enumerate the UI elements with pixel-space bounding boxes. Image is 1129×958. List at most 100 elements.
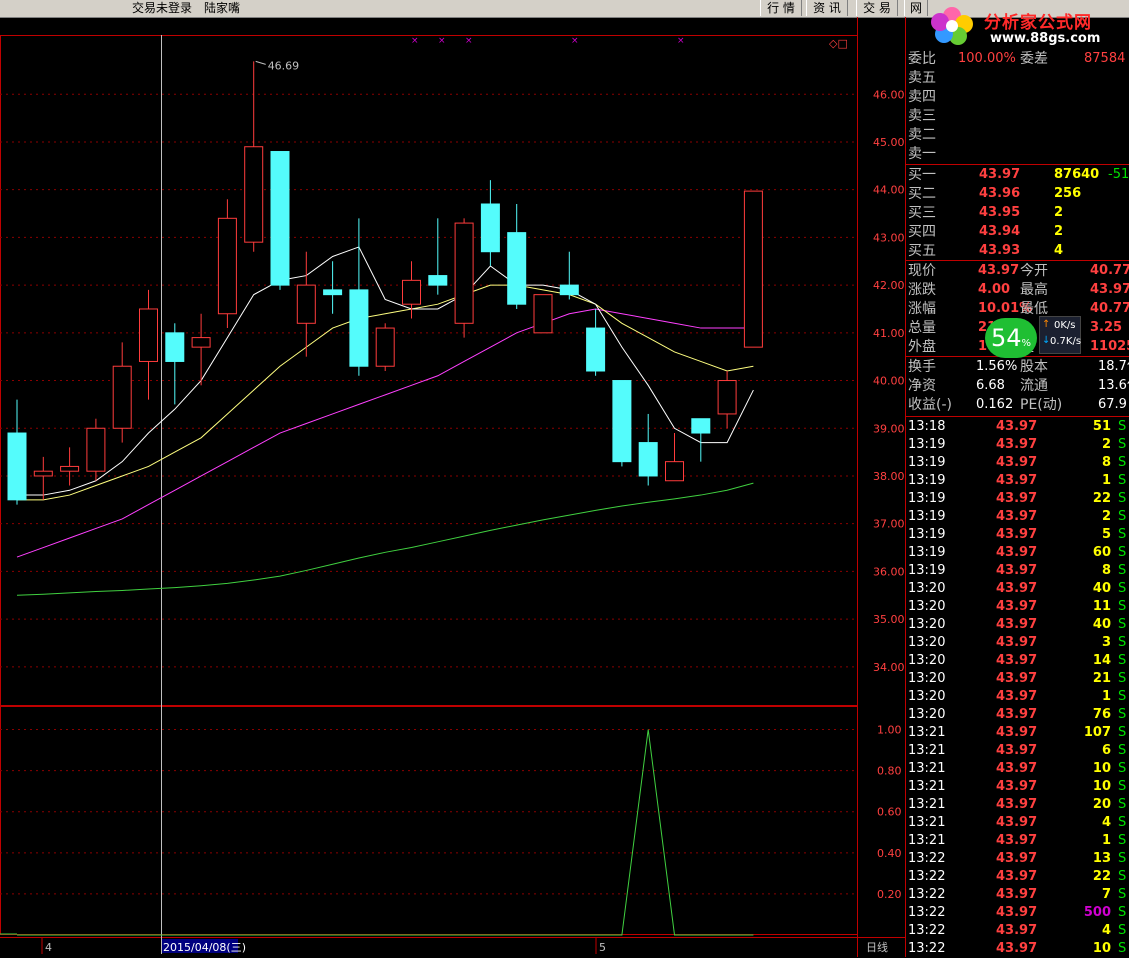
tick-row: 13:19 43.97 1 S: [906, 472, 1129, 490]
tick-side: S: [1118, 761, 1127, 776]
tick-volume: 5: [1101, 527, 1111, 542]
sell-level-row: 卖三: [906, 107, 1129, 125]
buy-level-label: 买四: [908, 224, 936, 240]
kline-chart[interactable]: 46.0045.0044.0043.0042.0041.0040.0039.00…: [0, 17, 906, 957]
buy-level-row: 买二 43.96 256: [906, 185, 1129, 203]
stats-row: 涨跌 4.00 最高 43.97: [906, 281, 1129, 299]
buy-price: 43.93: [979, 243, 1021, 258]
sell-level-row: 卖四: [906, 88, 1129, 106]
speed-percent: 54%: [985, 318, 1037, 358]
user-name: 陆家嘴: [204, 1, 241, 15]
candle: [533, 294, 553, 334]
price-axis-label: 34.00: [873, 661, 905, 674]
tick-time: 13:20: [908, 617, 946, 632]
candle-body: [165, 332, 185, 362]
candle-body: [296, 284, 316, 324]
price-axis-label: 44.00: [873, 184, 905, 197]
weicha-value: 87584: [1084, 51, 1126, 66]
candle-body: [586, 327, 606, 372]
menu-web[interactable]: 网: [904, 0, 928, 16]
menu-quotes[interactable]: 行 情: [760, 0, 802, 16]
tick-side: S: [1118, 527, 1127, 542]
tick-side: S: [1118, 797, 1127, 812]
indicator-panel-frame: [0, 706, 858, 935]
candle-body: [612, 380, 632, 463]
stat-value: 6.68: [976, 378, 1005, 393]
tick-volume: 1: [1101, 473, 1111, 488]
tick-time: 13:20: [908, 599, 946, 614]
candle-body: [60, 465, 80, 472]
price-axis-label: 37.00: [873, 518, 905, 531]
tick-volume: 14: [1092, 653, 1111, 668]
candle: [717, 371, 737, 429]
download-speed: 0.7K/s: [1050, 336, 1082, 347]
tick-row: 13:20 43.97 40 S: [906, 616, 1129, 634]
candle: [454, 218, 474, 338]
candle-body: [480, 203, 500, 253]
menu-trade[interactable]: 交 易: [856, 0, 898, 16]
candle: [217, 199, 237, 329]
tick-volume: 40: [1092, 617, 1111, 632]
price-axis-label: 36.00: [873, 565, 905, 578]
tick-side: S: [1118, 635, 1127, 650]
tick-side: S: [1118, 455, 1127, 470]
weibi-row: 委比 100.00% 委差 87584: [906, 50, 1129, 68]
stat-label: 流通: [1020, 378, 1048, 394]
tick-side: S: [1118, 599, 1127, 614]
candle-body: [139, 308, 158, 362]
candle: [165, 323, 185, 405]
tick-volume: 107: [1083, 725, 1111, 740]
divider: [906, 260, 1129, 261]
tick-volume: 7: [1101, 887, 1111, 902]
candle: [480, 180, 500, 267]
sell-level-label: 卖一: [908, 146, 936, 162]
tick-time: 13:19: [908, 527, 946, 542]
candle: [638, 413, 658, 486]
tick-price: 43.97: [996, 797, 1038, 812]
indicator-axis-label: 0.60: [877, 806, 902, 819]
candle-body: [349, 289, 369, 367]
candle-body: [402, 279, 421, 305]
tick-volume: 22: [1092, 869, 1111, 884]
tick-price: 43.97: [996, 671, 1038, 686]
tick-side: S: [1118, 815, 1127, 830]
tick-time: 13:20: [908, 581, 946, 596]
candle: [270, 151, 290, 290]
tick-row: 13:22 43.97 7 S: [906, 886, 1129, 904]
stat-value: 110252: [1090, 339, 1129, 354]
tick-side: S: [1118, 743, 1127, 758]
weibi-label: 委比: [908, 51, 936, 67]
stat-value: 13.6亿: [1098, 378, 1129, 393]
candle: [691, 418, 711, 462]
ma-line-green: [16, 482, 754, 596]
tick-volume: 10: [1092, 761, 1111, 776]
stat-label: 外盘: [908, 339, 936, 355]
tick-price: 43.97: [996, 473, 1038, 488]
tick-row: 13:22 43.97 13 S: [906, 850, 1129, 868]
tick-time: 13:19: [908, 509, 946, 524]
tick-price: 43.97: [996, 887, 1038, 902]
tick-side: S: [1118, 437, 1127, 452]
tick-time: 13:22: [908, 905, 946, 920]
candle-body: [244, 146, 264, 243]
panel-toggle-icon: ◇□: [829, 37, 848, 50]
menu-news[interactable]: 资 讯: [806, 0, 848, 16]
speed-box: ↑ 0K/s ↓ 0.7K/s: [1039, 316, 1081, 354]
stat-label: 涨幅: [908, 301, 936, 317]
tick-side: S: [1118, 689, 1127, 704]
indicator-axis-label: 0.20: [877, 888, 902, 901]
tick-side: S: [1118, 581, 1127, 596]
tick-price: 43.97: [996, 833, 1038, 848]
tick-side: S: [1118, 869, 1127, 884]
tick-volume: 22: [1092, 491, 1111, 506]
candle: [612, 380, 632, 467]
tick-time: 13:19: [908, 563, 946, 578]
tick-volume: 21: [1092, 671, 1111, 686]
tick-side: S: [1118, 617, 1127, 632]
tick-price: 43.97: [996, 455, 1038, 470]
tick-side: S: [1118, 545, 1127, 560]
tick-volume: 3: [1101, 635, 1111, 650]
tick-row: 13:19 43.97 8 S: [906, 562, 1129, 580]
stat-label: 换手: [908, 359, 936, 375]
tick-row: 13:21 43.97 10 S: [906, 760, 1129, 778]
